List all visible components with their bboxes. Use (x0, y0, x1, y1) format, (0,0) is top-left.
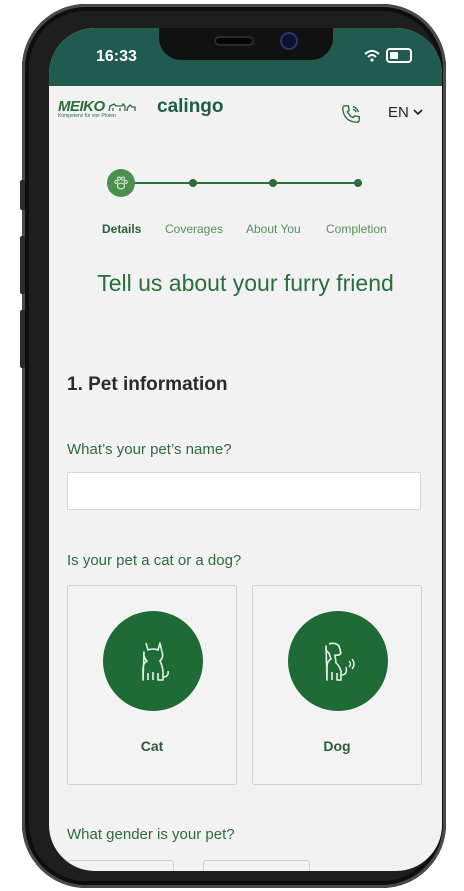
paw-icon (114, 176, 128, 190)
status-time: 16:33 (96, 48, 137, 65)
notch (159, 28, 333, 60)
dog-icon (325, 642, 355, 681)
step-dot-coverages (189, 179, 197, 187)
phone-side-button (20, 310, 25, 368)
page-title: Tell us about your furry friend (97, 270, 394, 296)
dog-option-card[interactable]: Dog (252, 585, 422, 785)
dog-option-label: Dog (323, 738, 351, 754)
cat-icon-circle (103, 611, 203, 711)
dog-cat-logo-icon (108, 102, 136, 112)
gender-option-female[interactable] (203, 860, 310, 871)
step-dot-about-you (269, 179, 277, 187)
battery-icon (386, 48, 412, 63)
pet-name-label: What’s your pet’s name? (67, 441, 232, 458)
step-label-about-you[interactable]: About You (246, 222, 301, 236)
cat-option-label: Cat (140, 738, 164, 754)
speaker (214, 36, 254, 46)
phone-side-button (20, 180, 25, 210)
chevron-down-icon (413, 109, 423, 116)
pet-name-input[interactable] (67, 472, 421, 510)
section-title: 1. Pet information (67, 374, 228, 395)
language-selector[interactable]: EN (388, 104, 423, 121)
cat-option-card[interactable]: Cat (67, 585, 237, 785)
step-label-completion[interactable]: Completion (326, 222, 387, 236)
step-label-coverages[interactable]: Coverages (165, 222, 223, 236)
step-label-details[interactable]: Details (102, 222, 141, 236)
pet-type-label: Is your pet a cat or a dog? (67, 552, 242, 569)
language-label: EN (388, 104, 409, 121)
cat-icon (142, 642, 169, 681)
phone-screen: 16:33 MEIKO Kompetenz für vier Pfoten ca… (49, 28, 442, 871)
calingo-logo[interactable]: calingo (157, 96, 224, 118)
status-bar: 16:33 (49, 28, 442, 86)
front-camera (280, 32, 298, 50)
phone-side-button (20, 236, 25, 294)
meiko-logo[interactable]: MEIKO Kompetenz für vier Pfoten (58, 98, 136, 119)
wifi-icon (364, 49, 380, 62)
step-dot-completion (354, 179, 362, 187)
gender-option-male[interactable] (67, 860, 174, 871)
step-active-indicator (107, 169, 135, 197)
system-icons (364, 48, 412, 63)
phone-call-icon[interactable] (340, 103, 362, 125)
dog-icon-circle (288, 611, 388, 711)
app-header: MEIKO Kompetenz für vier Pfoten calingo … (49, 86, 442, 142)
pet-gender-label: What gender is your pet? (67, 826, 235, 843)
stepper-line (122, 182, 362, 184)
